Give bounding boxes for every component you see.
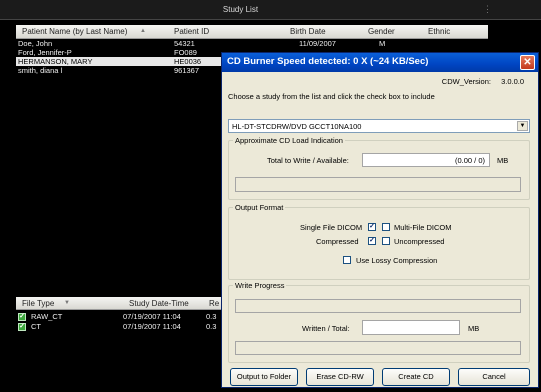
column-header-study-date-time[interactable]: Study Date-Time bbox=[129, 299, 189, 308]
column-header-file-type[interactable]: File Type bbox=[22, 299, 54, 308]
re-cell: 0.3 bbox=[206, 312, 217, 321]
column-header-gender[interactable]: Gender bbox=[368, 27, 395, 36]
cd-load-legend: Approximate CD Load Indication bbox=[235, 136, 343, 145]
patient-id-cell: 54321 bbox=[174, 39, 195, 48]
column-header-ethnic[interactable]: Ethnic bbox=[428, 27, 450, 36]
patient-name-cell: smith, diana l bbox=[18, 66, 63, 75]
written-total-unit: MB bbox=[468, 324, 480, 333]
close-icon[interactable]: ✕ bbox=[520, 55, 535, 70]
file-type-cell: RAW_CT bbox=[31, 312, 63, 321]
write-progress-top-bar bbox=[235, 299, 521, 313]
study-date-time-cell: 07/19/2007 11:04 bbox=[123, 322, 181, 331]
table-row[interactable]: Doe, John 54321 11/09/2007 M bbox=[16, 39, 488, 48]
study-date-time-cell: 07/19/2007 11:04 bbox=[123, 312, 181, 321]
patient-name-cell: Ford, Jennifer-P bbox=[18, 48, 72, 57]
erase-cd-rw-button[interactable]: Erase CD-RW bbox=[306, 368, 374, 386]
total-available-value: (0.00 / 0) bbox=[454, 156, 485, 165]
total-available-unit: MB bbox=[497, 156, 509, 165]
patient-id-cell: FO089 bbox=[174, 48, 197, 57]
total-available-label: Total to Write / Available: bbox=[267, 156, 349, 165]
version-value: 3.0.0.0 bbox=[501, 77, 524, 86]
single-file-dicom-label: Single File DICOM bbox=[300, 223, 363, 232]
write-progress-legend: Write Progress bbox=[235, 281, 285, 290]
single-file-dicom-checkbox[interactable]: ✓ bbox=[368, 223, 376, 231]
create-cd-button[interactable]: Create CD bbox=[382, 368, 450, 386]
include-checkbox[interactable]: ✓ bbox=[18, 323, 26, 331]
write-progress-bar bbox=[235, 341, 521, 355]
compressed-checkbox[interactable]: ✓ bbox=[368, 237, 376, 245]
total-available-field: (0.00 / 0) bbox=[362, 153, 490, 167]
version-info: CDW_Version: 3.0.0.0 bbox=[442, 77, 524, 86]
file-type-cell: CT bbox=[31, 322, 41, 331]
column-header-birth-date[interactable]: Birth Date bbox=[290, 27, 326, 36]
drive-select[interactable]: HL-DT-STCDRW/DVD GCCT10NA100 ▼ bbox=[228, 119, 530, 133]
cd-burner-dialog: CD Burner Speed detected: 0 X (~24 KB/Se… bbox=[221, 52, 539, 388]
uncompressed-checkbox[interactable] bbox=[382, 237, 390, 245]
study-table-header: Patient Name (by Last Name) ▲ Patient ID… bbox=[16, 25, 488, 39]
patient-name-cell: Doe, John bbox=[18, 39, 53, 48]
column-header-patient-name[interactable]: Patient Name (by Last Name) bbox=[22, 27, 127, 36]
lossy-compression-checkbox[interactable] bbox=[343, 256, 351, 264]
patient-name-cell: HERMANSON, MARY bbox=[18, 57, 93, 66]
lossy-compression-label: Use Lossy Compression bbox=[356, 256, 438, 265]
uncompressed-label: Uncompressed bbox=[394, 237, 445, 246]
sort-descending-icon: ▼ bbox=[64, 300, 70, 306]
list-item[interactable]: ✓ RAW_CT 07/19/2007 11:04 0.3 bbox=[16, 312, 236, 322]
study-list-title: Study List bbox=[222, 5, 259, 14]
cancel-button[interactable]: Cancel bbox=[458, 368, 530, 386]
sort-ascending-icon: ▲ bbox=[140, 28, 146, 34]
dialog-titlebar[interactable]: CD Burner Speed detected: 0 X (~24 KB/Se… bbox=[222, 53, 538, 72]
study-list-titlebar: Study List ⋮ bbox=[0, 0, 541, 20]
gender-cell: M bbox=[379, 39, 386, 48]
birth-date-cell: 11/09/2007 bbox=[299, 39, 336, 48]
list-item[interactable]: ✓ CT 07/19/2007 11:04 0.3 bbox=[16, 322, 236, 332]
include-checkbox[interactable]: ✓ bbox=[18, 313, 26, 321]
compressed-label: Compressed bbox=[316, 237, 359, 246]
instruction-text: Choose a study from the list and click t… bbox=[228, 92, 435, 101]
cd-load-bar bbox=[235, 177, 521, 192]
re-cell: 0.3 bbox=[206, 322, 217, 331]
output-format-legend: Output Format bbox=[235, 203, 284, 212]
output-to-folder-button[interactable]: Output to Folder bbox=[230, 368, 298, 386]
patient-id-cell: HE0036 bbox=[174, 57, 202, 66]
column-header-patient-id[interactable]: Patient ID bbox=[174, 27, 209, 36]
drive-select-value: HL-DT-STCDRW/DVD GCCT10NA100 bbox=[232, 122, 362, 131]
grip-icon[interactable]: ⋮ bbox=[483, 4, 492, 15]
dialog-title: CD Burner Speed detected: 0 X (~24 KB/Se… bbox=[227, 56, 429, 67]
multi-file-dicom-checkbox[interactable] bbox=[382, 223, 390, 231]
column-header-re[interactable]: Re bbox=[209, 299, 219, 308]
multi-file-dicom-label: Multi-File DICOM bbox=[394, 223, 452, 232]
chevron-down-icon[interactable]: ▼ bbox=[517, 121, 528, 131]
output-format-group: Output Format bbox=[228, 203, 530, 280]
version-label: CDW_Version: bbox=[441, 77, 491, 86]
patient-id-cell: 961367 bbox=[174, 66, 200, 75]
written-total-field bbox=[362, 320, 460, 335]
written-total-label: Written / Total: bbox=[302, 324, 350, 333]
